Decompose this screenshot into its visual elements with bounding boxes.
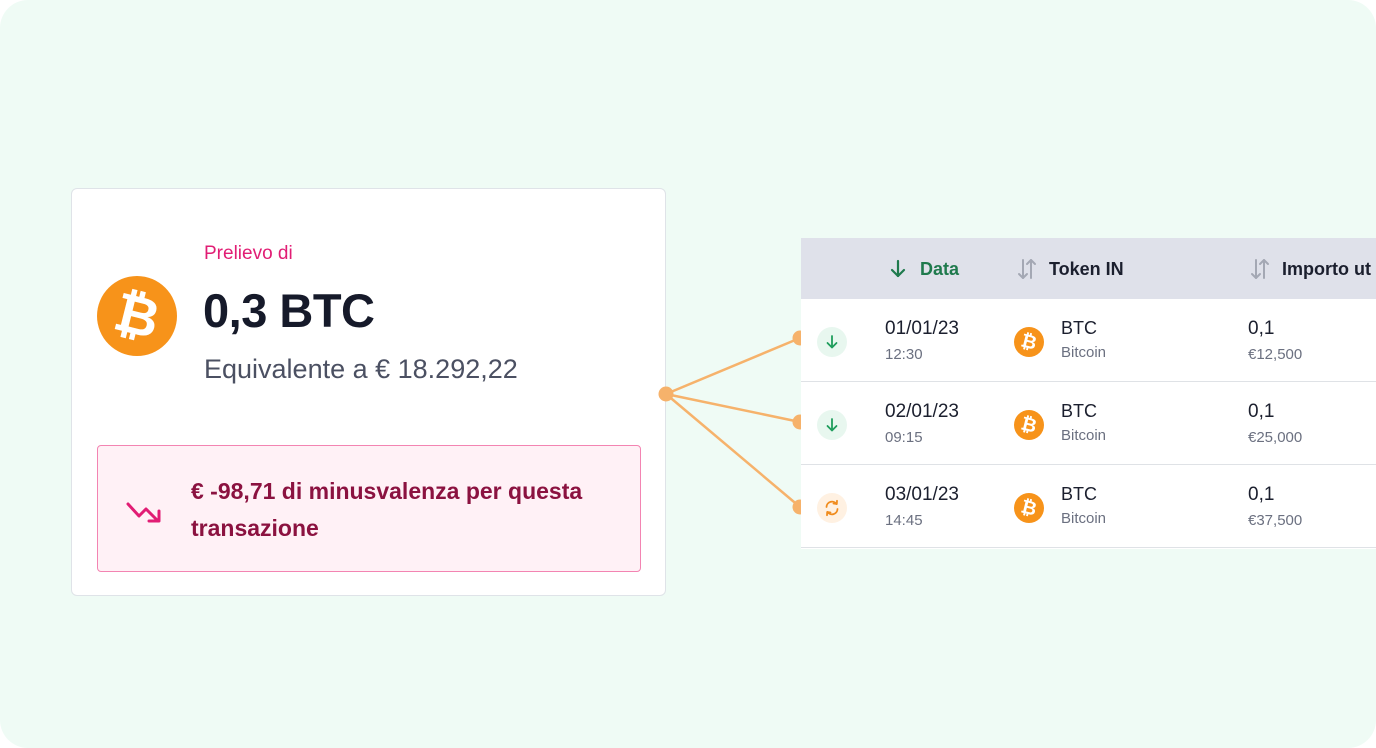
bitcoin-icon: ₿ — [1014, 410, 1044, 440]
table-row[interactable]: 02/01/23 09:15 ₿ BTC Bitcoin 0,1 €25,000 — [801, 382, 1376, 465]
row-date: 03/01/23 — [885, 484, 959, 505]
row-token-symbol: BTC — [1061, 484, 1097, 504]
trending-down-icon — [126, 502, 161, 523]
row-token-symbol: BTC — [1061, 318, 1097, 338]
column-header-token-in[interactable]: Token IN — [1015, 257, 1124, 281]
incoming-arrow-icon — [817, 410, 847, 440]
row-token-symbol: BTC — [1061, 401, 1097, 421]
equivalent-value: Equivalente a € 18.292,22 — [204, 354, 518, 384]
row-eur-value: €25,000 — [1248, 429, 1303, 446]
row-token-name: Bitcoin — [1061, 510, 1107, 527]
swap-icon — [817, 493, 847, 523]
capital-loss-box: € -98,71 di minusvalenza per questa tran… — [97, 445, 641, 572]
row-time: 12:30 — [885, 346, 923, 363]
bitcoin-icon: ₿ — [1014, 327, 1044, 357]
row-time: 09:15 — [885, 429, 923, 446]
withdrawal-amount: 0,3 BTC — [203, 284, 375, 337]
column-header-date[interactable]: Data — [886, 257, 959, 281]
row-eur-value: €37,500 — [1248, 512, 1303, 529]
table-row[interactable]: 03/01/23 14:45 ₿ BTC Bitcoin 0,1 €37,500 — [801, 465, 1376, 548]
connector-line-1 — [665, 336, 801, 396]
row-quantity: 0,1 — [1248, 484, 1275, 505]
row-eur-value: €12,500 — [1248, 346, 1303, 363]
withdrawal-label: Prelievo di — [204, 243, 293, 264]
row-time: 14:45 — [885, 512, 923, 529]
bitcoin-icon: ₿ — [97, 276, 177, 356]
row-date: 02/01/23 — [885, 401, 959, 422]
connector-line-2 — [665, 392, 801, 424]
withdrawal-card: ₿ Prelievo di 0,3 BTC Equivalente a € 18… — [71, 188, 666, 596]
sort-icon — [1018, 259, 1036, 279]
row-token-name: Bitcoin — [1061, 344, 1107, 361]
sort-descending-icon — [890, 259, 906, 278]
column-header-importo[interactable]: Importo ut — [1248, 257, 1371, 281]
row-token-name: Bitcoin — [1061, 427, 1107, 444]
incoming-arrow-icon — [817, 327, 847, 357]
table-row[interactable]: 01/01/23 12:30 ₿ BTC Bitcoin 0,1 €12,500 — [801, 299, 1376, 382]
row-quantity: 0,1 — [1248, 318, 1275, 339]
canvas: ₿ Prelievo di 0,3 BTC Equivalente a € 18… — [0, 0, 1376, 748]
sort-icon — [1251, 259, 1269, 279]
capital-loss-text: € -98,71 di minusvalenza per questa tran… — [191, 478, 583, 541]
table-header: Data Token IN Importo ut — [801, 238, 1376, 299]
row-date: 01/01/23 — [885, 318, 959, 339]
row-quantity: 0,1 — [1248, 401, 1275, 422]
transactions-table: Data Token IN Importo ut 01/01/23 12:30 … — [801, 238, 1376, 549]
connector-line-3 — [665, 393, 801, 508]
bitcoin-icon: ₿ — [1014, 493, 1044, 523]
